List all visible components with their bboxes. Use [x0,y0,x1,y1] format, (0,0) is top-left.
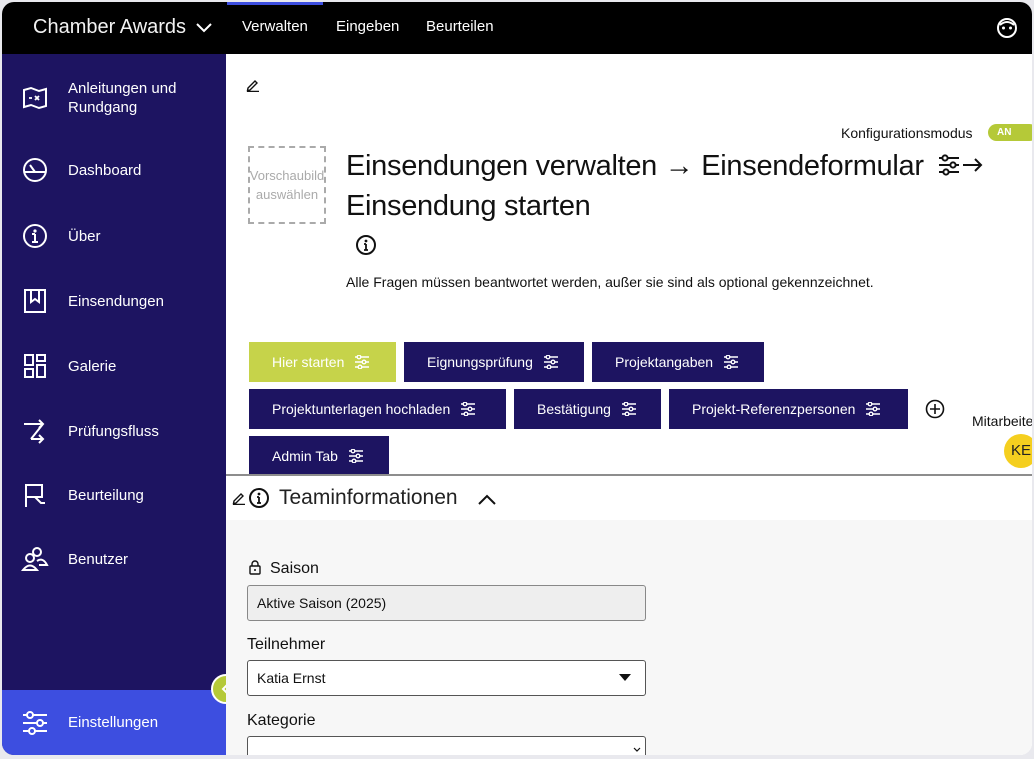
edit-pencil-icon[interactable] [246,78,260,92]
flag-icon [25,484,45,507]
form-tab-label: Admin Tab [272,448,338,464]
form-tab-label: Bestätigung [537,401,611,417]
section-title: Teaminformationen [279,486,458,509]
section-header-teaminformationen[interactable]: Teaminformationen [226,476,1032,520]
collaborators-label: Mitarbeiter [972,413,1032,429]
sidebar-item-galerie[interactable]: Galerie [2,346,226,386]
form-tab-label: Projektangaben [615,354,714,370]
page-title: Einsendungen verwalten → Einsendeformula… [346,146,996,226]
add-tab-plus-icon[interactable] [924,398,946,420]
page-title-breadcrumb: Einsendungen verwalten → Einsendeformula… [346,150,924,182]
config-mode-toggle[interactable]: AN [988,124,1032,141]
form-tab-eignungspruefung[interactable]: Eignungsprüfung [404,342,584,382]
season-label: Saison [270,560,319,577]
sidebar-item-pruefungsfluss[interactable]: Prüfungsfluss [2,411,226,451]
sliders-icon [866,402,881,416]
tab-beurteilen[interactable]: Beurteilen [426,18,494,35]
info-icon [23,224,47,248]
page-title-current: Einsendung starten [346,190,591,222]
main-content: Konfigurationsmodus AN Vorschaubild ausw… [226,54,1032,755]
participant-label: Teilnehmer [247,636,326,653]
participant-value: Katia Ernst [257,670,326,686]
sidebar-item-label: Über [68,227,101,245]
active-tab-indicator [227,2,323,5]
sliders-icon [724,355,739,369]
bookmark-icon [24,289,46,313]
sidebar-item-benutzer[interactable]: Benutzer [2,539,226,579]
form-tab-projektunterlagen[interactable]: Projektunterlagen hochladen [249,389,506,429]
chevron-up-icon[interactable] [478,494,496,505]
preview-image-picker[interactable]: Vorschaubild auswählen [248,146,326,224]
sliders-icon [621,402,636,416]
sidebar-item-beurteilung[interactable]: Beurteilung [2,475,226,515]
gauge-icon [23,158,47,182]
sidebar-item-label: Dashboard [68,161,142,179]
tab-eingeben[interactable]: Eingeben [336,18,399,35]
sliders-arrow-icon[interactable] [937,153,983,177]
chevron-down-icon [633,747,641,752]
form-tab-label: Projekt-Referenzpersonen [692,401,856,417]
sliders-icon [348,449,363,463]
sidebar-item-label: Benutzer [68,550,129,568]
form-tab-label: Projektunterlagen hochladen [272,401,451,417]
map-icon [23,86,47,110]
form-tab-bestaetigung[interactable]: Bestätigung [514,389,661,429]
users-icon [21,547,49,571]
form-tab-hier-starten[interactable]: Hier starten [249,342,396,382]
category-label: Kategorie [247,712,316,729]
sliders-icon [461,402,476,416]
participant-select[interactable]: Katia Ernst [247,660,646,696]
season-field: Aktive Saison (2025) [247,585,646,621]
lock-icon [249,560,261,575]
form-tab-admin[interactable]: Admin Tab [249,436,389,476]
sliders-icon [355,355,370,369]
program-switcher[interactable]: Chamber Awards [33,16,212,39]
form-tab-label: Hier starten [272,354,345,370]
info-icon[interactable] [355,234,377,256]
tab-verwalten[interactable]: Verwalten [242,18,308,35]
form-tab-projektangaben[interactable]: Projektangaben [592,342,764,382]
sidebar-item-einstellungen[interactable]: Einstellungen [2,690,226,755]
sliders-icon [23,711,47,735]
top-bar: Chamber Awards Verwalten Eingeben Beurte… [2,2,1032,54]
sidebar-item-label: Prüfungsfluss [68,422,159,440]
info-icon[interactable] [248,487,270,509]
sidebar-item-dashboard[interactable]: Dashboard [2,150,226,190]
caret-down-icon [619,674,631,681]
sidebar-item-label: Einsendungen [68,292,164,310]
sidebar-item-anleitungen[interactable]: Anleitungen und Rundgang [2,78,226,118]
section-body: Saison Aktive Saison (2025) Teilnehmer K… [226,520,1032,755]
preview-placeholder-text: Vorschaubild auswählen [249,168,325,202]
sidebar-item-label: Beurteilung [68,486,144,504]
sidebar-item-label: Einstellungen [68,714,159,731]
avatar[interactable]: KE [1004,434,1032,468]
form-tab-label: Eignungsprüfung [427,354,533,370]
sliders-icon [543,355,558,369]
app-title: Chamber Awards [33,16,187,38]
config-mode-state: AN [997,127,1012,138]
category-select[interactable] [247,736,646,755]
flow-arrow-icon [24,419,45,444]
grid-icon [24,354,46,378]
config-mode-label: Konfigurationsmodus [841,125,973,141]
sidebar-item-label: Anleitungen und Rundgang [68,80,177,116]
sidebar-item-label: Galerie [68,357,117,375]
chevron-down-icon [196,22,212,32]
sidebar: Anleitungen und Rundgang Dashboard Über … [2,54,226,755]
sidebar-item-ueber[interactable]: Über [2,216,226,256]
support-face-icon[interactable] [996,17,1018,39]
app-window: Chamber Awards Verwalten Eingeben Beurte… [2,2,1032,755]
sidebar-item-einsendungen[interactable]: Einsendungen [2,281,226,321]
edit-pencil-icon[interactable] [232,491,246,505]
form-tab-referenzpersonen[interactable]: Projekt-Referenzpersonen [669,389,908,429]
required-note: Alle Fragen müssen beantwortet werden, a… [346,274,874,290]
